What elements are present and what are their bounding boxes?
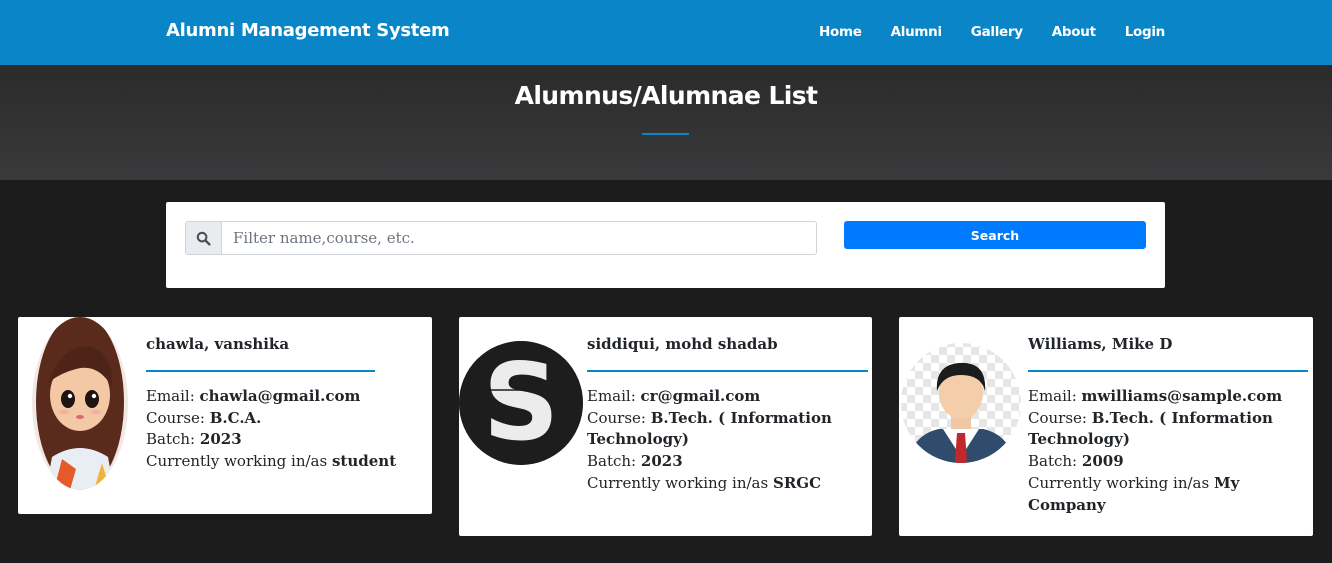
- alumni-name: siddiqui, mohd shadab: [587, 335, 778, 353]
- email-label: Email:: [146, 387, 195, 405]
- nav-link-gallery[interactable]: Gallery: [971, 24, 1023, 40]
- batch-value: 2023: [199, 430, 242, 449]
- batch-label: Batch:: [1028, 452, 1078, 471]
- card-divider: [146, 370, 375, 372]
- batch-value: 2023: [640, 452, 683, 471]
- alumni-card[interactable]: chawla, vanshika Email: chawla@gmail.com…: [18, 317, 432, 514]
- batch-row: Batch: 2023: [146, 429, 426, 451]
- nav-links: Home Alumni Gallery About Login: [819, 24, 1165, 40]
- email-row: Email: cr@gmail.com: [587, 386, 862, 408]
- search-icon: [185, 221, 222, 255]
- alumni-name: chawla, vanshika: [146, 335, 290, 353]
- email-row: Email: chawla@gmail.com: [146, 386, 426, 408]
- working-row: Currently working in/as My Company: [1028, 473, 1308, 516]
- title-divider: [642, 133, 689, 135]
- batch-row: Batch: 2023: [587, 451, 862, 473]
- working-row: Currently working in/as SRGC: [587, 473, 862, 495]
- working-label: Currently working in/as: [146, 452, 328, 471]
- nav-link-alumni[interactable]: Alumni: [891, 24, 943, 40]
- alumni-details: Email: mwilliams@sample.com Course: B.Te…: [1028, 386, 1308, 516]
- batch-label: Batch:: [587, 452, 637, 471]
- alumni-name: Williams, Mike D: [1028, 335, 1173, 353]
- alumni-details: Email: chawla@gmail.com Course: B.C.A. B…: [146, 386, 426, 473]
- working-row: Currently working in/as student: [146, 451, 426, 473]
- course-label: Course:: [146, 408, 205, 427]
- brand-link[interactable]: Alumni Management System: [166, 20, 450, 41]
- course-label: Course:: [587, 408, 646, 427]
- course-row: Course: B.Tech. ( Information Technology…: [587, 408, 862, 451]
- batch-label: Batch:: [146, 430, 196, 449]
- alumni-card[interactable]: S siddiqui, mohd shadab Email: cr@gmail.…: [459, 317, 872, 536]
- email-value: cr@gmail.com: [640, 387, 761, 405]
- email-row: Email: mwilliams@sample.com: [1028, 386, 1308, 408]
- masthead: Alumnus/Alumnae List: [0, 65, 1332, 180]
- course-row: Course: B.C.A.: [146, 408, 426, 430]
- svg-text:S: S: [483, 341, 559, 464]
- email-value: mwilliams@sample.com: [1081, 387, 1283, 405]
- email-value: chawla@gmail.com: [199, 387, 361, 405]
- email-label: Email:: [1028, 387, 1077, 405]
- navbar: Alumni Management System Home Alumni Gal…: [0, 0, 1332, 65]
- cartoon-girl-avatar: [32, 317, 128, 490]
- search-button[interactable]: Search: [844, 221, 1146, 249]
- search-card: Search: [166, 202, 1165, 288]
- batch-row: Batch: 2009: [1028, 451, 1308, 473]
- alumni-details: Email: cr@gmail.com Course: B.Tech. ( In…: [587, 386, 862, 495]
- letter-s-avatar: S: [459, 341, 583, 465]
- nav-link-home[interactable]: Home: [819, 24, 862, 40]
- page-title: Alumnus/Alumnae List: [514, 81, 818, 110]
- search-input[interactable]: [222, 221, 817, 255]
- nav-link-about[interactable]: About: [1052, 24, 1096, 40]
- email-label: Email:: [587, 387, 636, 405]
- working-value: student: [331, 452, 397, 471]
- course-value: B.C.A.: [209, 408, 262, 427]
- course-row: Course: B.Tech. ( Information Technology…: [1028, 408, 1308, 451]
- working-label: Currently working in/as: [1028, 473, 1210, 492]
- working-label: Currently working in/as: [587, 473, 769, 492]
- batch-value: 2009: [1081, 452, 1124, 471]
- alumni-card[interactable]: Williams, Mike D Email: mwilliams@sample…: [899, 317, 1313, 536]
- card-divider: [1028, 370, 1308, 372]
- working-value: SRGC: [772, 473, 822, 492]
- card-divider: [587, 370, 868, 372]
- course-label: Course:: [1028, 408, 1087, 427]
- nav-link-login[interactable]: Login: [1125, 24, 1166, 40]
- businessman-avatar: [899, 339, 1023, 467]
- search-group: [185, 221, 817, 255]
